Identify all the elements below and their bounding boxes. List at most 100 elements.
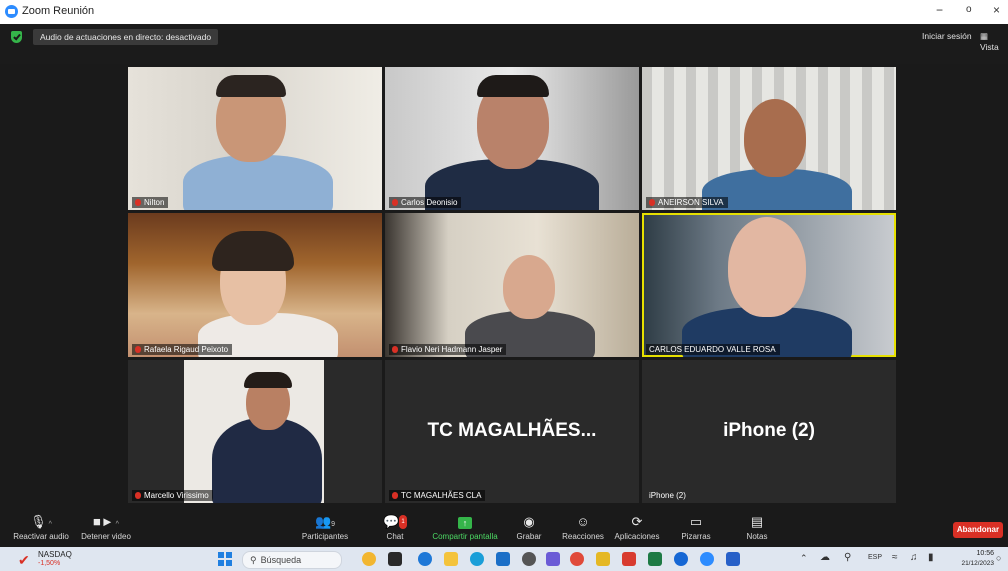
participant-hair (216, 75, 286, 97)
participant-nameplate: Marcello Virissimo (132, 490, 213, 501)
teams-icon[interactable] (546, 552, 560, 566)
notification-bell-icon[interactable]: ○ (996, 553, 1001, 563)
file-explorer-icon[interactable] (444, 552, 458, 566)
edge-browser-icon[interactable] (470, 552, 484, 566)
participants-button[interactable]: 👥9 Participantes (294, 514, 356, 542)
live-audio-badge[interactable]: Audio de actuaciones en directo: desacti… (33, 29, 219, 45)
participant-nameplate: Rafaela Rigaud Peixoto (132, 344, 233, 355)
app-icon[interactable] (522, 552, 536, 566)
minimize-button[interactable]: − (936, 3, 943, 17)
maximize-button[interactable]: o (966, 4, 972, 15)
app-icon[interactable] (596, 552, 610, 566)
participant-name: Nilton (144, 198, 165, 207)
onedrive-icon[interactable]: ☁ (820, 552, 830, 563)
notes-button[interactable]: ▤ Notas (742, 515, 772, 542)
participants-label: Participantes (301, 532, 349, 541)
participant-body (212, 418, 322, 503)
participant-nameplate: TC MAGALHÃES CLA (389, 490, 486, 501)
close-button[interactable]: × (993, 3, 1000, 17)
outlook-icon[interactable] (674, 552, 688, 566)
video-tile-nilton[interactable]: Nilton (128, 67, 382, 210)
participant-name: iPhone (2) (649, 491, 686, 500)
tray-chevron-icon[interactable]: ⌃ (800, 553, 808, 564)
video-tile-rafaela[interactable]: Rafaela Rigaud Peixoto (128, 213, 382, 357)
reactions-label: Reacciones (562, 532, 604, 541)
store-icon[interactable] (496, 552, 510, 566)
participant-name: Carlos Deonisio (401, 198, 458, 207)
unmute-button[interactable]: 🎙︎ ^ Reactivar audio (10, 514, 72, 542)
stop-video-label: Detener video (81, 532, 131, 541)
window-title: Zoom Reunión (22, 5, 95, 17)
language-indicator[interactable]: ESP (868, 554, 882, 561)
meeting-toolbar: 🎙︎ ^ Reactivar audio ■► ^ Detener video … (0, 515, 1008, 547)
signin-link[interactable]: Iniciar sesión (922, 31, 972, 41)
video-tile-iphone[interactable]: iPhone (2) iPhone (2) (642, 360, 896, 503)
unmute-label: Reactivar audio (13, 532, 69, 541)
participant-nameplate: Carlos Deonisio (389, 197, 462, 208)
wifi-icon[interactable]: ≈ (892, 552, 898, 563)
windows-taskbar: ✔ NASDAQ -1,50% ⚲ Búsqueda ⌃ ☁ ⚲ ESP ≈ ♫ … (0, 547, 1008, 571)
chrome-icon[interactable] (570, 552, 584, 566)
participants-icon: 👥9 (314, 514, 336, 529)
participant-name: Flavio Neri Hadmann Jasper (401, 345, 503, 354)
widgets-icon[interactable] (362, 552, 376, 566)
window-titlebar: Zoom Reunión − o × (0, 0, 1008, 24)
participant-video-off-label: iPhone (2) (723, 420, 815, 441)
participant-hair (477, 75, 549, 97)
whiteboards-button[interactable]: ▭ Pizarras (676, 515, 716, 542)
participant-hair (244, 372, 292, 388)
battery-icon[interactable]: ▮ (928, 552, 934, 563)
reactions-button[interactable]: ☺ Reacciones (560, 515, 606, 542)
video-tile-aneirson-silva[interactable]: ANEIRSON SILVA (642, 67, 896, 210)
whiteboards-label: Pizarras (681, 532, 711, 541)
volume-icon[interactable]: ♫ (910, 552, 918, 563)
chat-label: Chat (386, 532, 404, 541)
apps-button[interactable]: ⟳ Aplicaciones (612, 515, 662, 542)
clock-date[interactable]: 21/12/2023 (946, 560, 994, 567)
search-icon: ⚲ (250, 555, 257, 565)
share-screen-label: Compartir pantalla (432, 532, 498, 541)
stock-ticker-widget[interactable]: ✔ (18, 550, 34, 568)
record-button[interactable]: ◉ Grabar (512, 514, 546, 542)
clock-time[interactable]: 10:56 (958, 550, 994, 557)
chat-badge: 1 (399, 515, 407, 529)
task-view-icon[interactable] (388, 552, 402, 566)
video-tile-carlos-deonisio[interactable]: Carlos Deonisio (385, 67, 639, 210)
chat-button[interactable]: 💬 1 Chat (380, 515, 410, 541)
muted-mic-icon (135, 492, 141, 499)
chat-icon: 💬 1 (383, 514, 407, 529)
video-tile-tc-magalhaes[interactable]: TC MAGALHÃES... TC MAGALHÃES CLA (385, 360, 639, 503)
video-tile-marcello[interactable]: Marcello Virissimo (128, 360, 382, 503)
participant-head (744, 99, 806, 177)
participant-hair (212, 231, 294, 271)
muted-microphone-icon: 🎙︎ ^ (30, 514, 52, 529)
location-icon[interactable]: ⚲ (844, 552, 851, 563)
word-icon[interactable] (726, 552, 740, 566)
participant-body (183, 155, 333, 210)
muted-mic-icon (649, 199, 655, 206)
video-tile-carlos-eduardo[interactable]: CARLOS EDUARDO VALLE ROSA (642, 213, 896, 357)
share-screen-button[interactable]: ↑ Compartir pantalla (428, 515, 502, 541)
participant-name: Rafaela Rigaud Peixoto (144, 345, 229, 354)
participant-name: TC MAGALHÃES CLA (401, 491, 482, 500)
windows-start-icon[interactable] (218, 552, 232, 566)
muted-mic-icon (392, 346, 398, 353)
stop-video-button[interactable]: ■► ^ Detener video (78, 515, 134, 542)
taskbar-search-input[interactable]: ⚲ Búsqueda (242, 551, 342, 569)
participant-nameplate: Flavio Neri Hadmann Jasper (389, 344, 507, 355)
participant-nameplate: ANEIRSON SILVA (646, 197, 728, 208)
chat-app-icon[interactable] (418, 552, 432, 566)
apps-label: Aplicaciones (614, 532, 660, 541)
powerpoint-icon[interactable] (622, 552, 636, 566)
zoom-logo-icon (5, 5, 18, 18)
share-screen-icon: ↑ (428, 515, 502, 529)
view-button[interactable]: ▦ Vista (980, 31, 1008, 52)
muted-mic-icon (135, 346, 141, 353)
security-shield-icon[interactable] (11, 31, 22, 43)
record-icon: ◉ (523, 514, 535, 529)
ticker-name: NASDAQ (38, 550, 72, 559)
excel-icon[interactable] (648, 552, 662, 566)
leave-button[interactable]: Abandonar (953, 522, 1003, 538)
video-tile-flavio[interactable]: Flavio Neri Hadmann Jasper (385, 213, 639, 357)
zoom-app-icon[interactable] (700, 552, 714, 566)
